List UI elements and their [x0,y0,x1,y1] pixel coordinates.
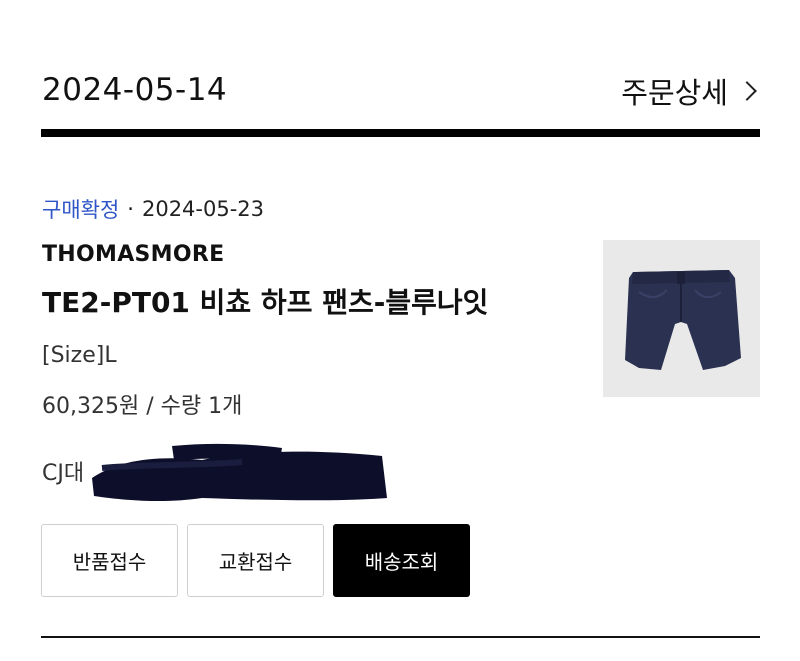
order-detail-label: 주문상세 [621,76,728,110]
brand-name: THOMASMORE [42,242,225,267]
chevron-right-icon [737,81,757,101]
product-name[interactable]: TE2-PT01 비쵸 하프 팬츠-블루나잇 [42,281,488,321]
action-buttons: 반품접수 교환접수 배송조회 [41,524,470,597]
product-thumbnail[interactable] [603,240,760,397]
status-date: 2024-05-23 [141,197,265,221]
courier-info: CJ대 [42,461,85,486]
navy-shorts-image [603,240,760,397]
order-status: 구매확정 · 2024-05-23 [42,194,264,224]
redaction-scribble [92,443,387,502]
order-date: 2024-05-14 [42,72,228,108]
product-option: [Size]L [42,343,117,368]
header-divider [41,129,760,137]
bottom-divider [41,636,760,638]
status-label: 구매확정 [42,198,120,222]
exchange-request-button[interactable]: 교환접수 [187,524,324,597]
return-request-button[interactable]: 반품접수 [41,524,178,597]
track-delivery-button[interactable]: 배송조회 [333,524,470,597]
status-separator: · [127,197,134,221]
price-quantity: 60,325원 / 수량 1개 [42,394,243,419]
order-header: 2024-05-14 주문상세 [42,62,760,122]
order-detail-link[interactable]: 주문상세 [621,70,760,112]
